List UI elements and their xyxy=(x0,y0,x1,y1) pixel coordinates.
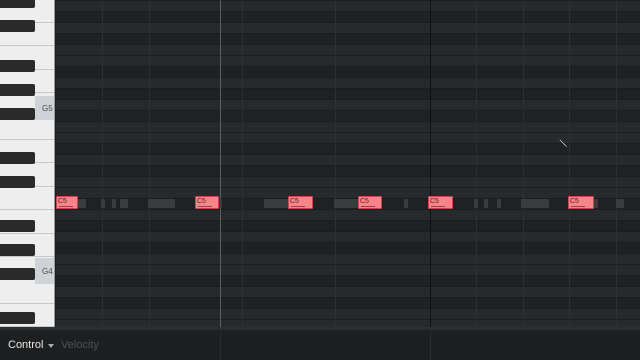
grid-row xyxy=(56,44,640,55)
grid-row xyxy=(56,88,640,99)
ghost-note xyxy=(78,199,86,208)
piano-keyboard[interactable]: G5 G4 xyxy=(0,0,55,327)
grid-row xyxy=(56,0,640,11)
note-label: C5 xyxy=(430,198,439,205)
piano-roll-editor: G5 G4 C5 C5 C5 C5 C5 C5 Control Velocity xyxy=(0,0,640,360)
black-key[interactable] xyxy=(0,176,35,188)
note-velocity-bar xyxy=(291,206,305,207)
black-key[interactable] xyxy=(0,84,35,96)
black-key[interactable] xyxy=(0,312,35,324)
ghost-note xyxy=(120,199,128,208)
black-key[interactable] xyxy=(0,244,35,256)
key-label-g5: G5 xyxy=(42,104,53,113)
ghost-note xyxy=(148,199,175,208)
black-key[interactable] xyxy=(0,220,35,232)
control-grid-line xyxy=(430,330,431,360)
beat-line xyxy=(569,0,570,327)
grid-row xyxy=(56,77,640,88)
beat-line xyxy=(616,0,617,327)
ghost-note xyxy=(264,199,288,208)
grid-row xyxy=(56,297,640,308)
white-key[interactable] xyxy=(0,117,54,140)
note-velocity-bar xyxy=(431,206,445,207)
velocity-label: Velocity xyxy=(61,339,99,351)
black-key[interactable] xyxy=(0,20,35,32)
grid-row xyxy=(56,231,640,242)
note-label: C5 xyxy=(58,198,67,205)
grid-row xyxy=(56,220,640,231)
beat-line xyxy=(523,0,524,327)
ghost-note xyxy=(474,199,478,208)
midi-note[interactable]: C5 xyxy=(195,196,219,209)
beat-line xyxy=(102,0,103,327)
grid-row xyxy=(56,165,640,176)
beat-line xyxy=(149,0,150,327)
grid-row xyxy=(56,55,640,66)
white-key[interactable] xyxy=(0,280,54,304)
ghost-note xyxy=(616,199,624,208)
note-label: C5 xyxy=(290,198,299,205)
grid-row xyxy=(56,264,640,275)
pencil-icon xyxy=(558,138,570,150)
control-dropdown[interactable]: Control xyxy=(8,339,43,351)
note-velocity-bar xyxy=(59,206,73,207)
ghost-note xyxy=(112,199,116,208)
black-key[interactable] xyxy=(0,108,35,120)
playhead-line xyxy=(220,0,221,327)
note-label: C5 xyxy=(570,198,579,205)
ghost-note xyxy=(594,199,598,208)
chevron-down-icon[interactable] xyxy=(48,344,54,348)
grid-row xyxy=(56,121,640,132)
grid-row xyxy=(56,275,640,286)
grid-row xyxy=(56,176,640,187)
bar-line xyxy=(430,0,431,327)
grid-row xyxy=(56,154,640,165)
grid-row xyxy=(56,99,640,110)
midi-note[interactable]: C5 xyxy=(358,196,382,209)
ghost-note xyxy=(497,199,501,208)
control-bar: Control Velocity xyxy=(0,327,640,360)
grid-row xyxy=(56,132,640,143)
midi-note[interactable]: C5 xyxy=(288,196,313,209)
midi-note[interactable]: C5 xyxy=(568,196,594,209)
black-key[interactable] xyxy=(0,268,35,280)
white-key[interactable] xyxy=(0,187,54,211)
note-grid[interactable]: C5 C5 C5 C5 C5 C5 xyxy=(56,0,640,327)
ghost-note xyxy=(404,199,408,208)
grid-row xyxy=(56,286,640,297)
note-velocity-bar xyxy=(571,206,585,207)
note-velocity-bar xyxy=(361,206,375,207)
grid-row xyxy=(56,110,640,121)
grid-row xyxy=(56,253,640,264)
note-label: C5 xyxy=(360,198,369,205)
note-velocity-bar xyxy=(198,206,212,207)
midi-note[interactable]: C5 xyxy=(428,196,453,209)
grid-row xyxy=(56,319,640,327)
key-label-g4: G4 xyxy=(42,267,53,276)
ghost-note xyxy=(334,199,358,208)
grid-row xyxy=(56,187,640,198)
ghost-note xyxy=(484,199,488,208)
grid-row xyxy=(56,209,640,220)
control-grid-line xyxy=(220,330,221,360)
beat-line xyxy=(335,0,336,327)
grid-row xyxy=(56,66,640,77)
ghost-note xyxy=(101,199,105,208)
midi-note[interactable]: C5 xyxy=(56,196,78,209)
grid-row xyxy=(56,22,640,33)
black-key[interactable] xyxy=(0,60,35,72)
grid-row xyxy=(56,33,640,44)
grid-row xyxy=(56,11,640,22)
grid-row xyxy=(56,143,640,154)
note-label: C5 xyxy=(197,198,206,205)
black-key[interactable] xyxy=(0,0,35,8)
beat-line xyxy=(242,0,243,327)
ghost-note xyxy=(521,199,549,208)
black-key[interactable] xyxy=(0,152,35,164)
grid-row xyxy=(56,242,640,253)
grid-row xyxy=(56,308,640,319)
beat-line xyxy=(476,0,477,327)
